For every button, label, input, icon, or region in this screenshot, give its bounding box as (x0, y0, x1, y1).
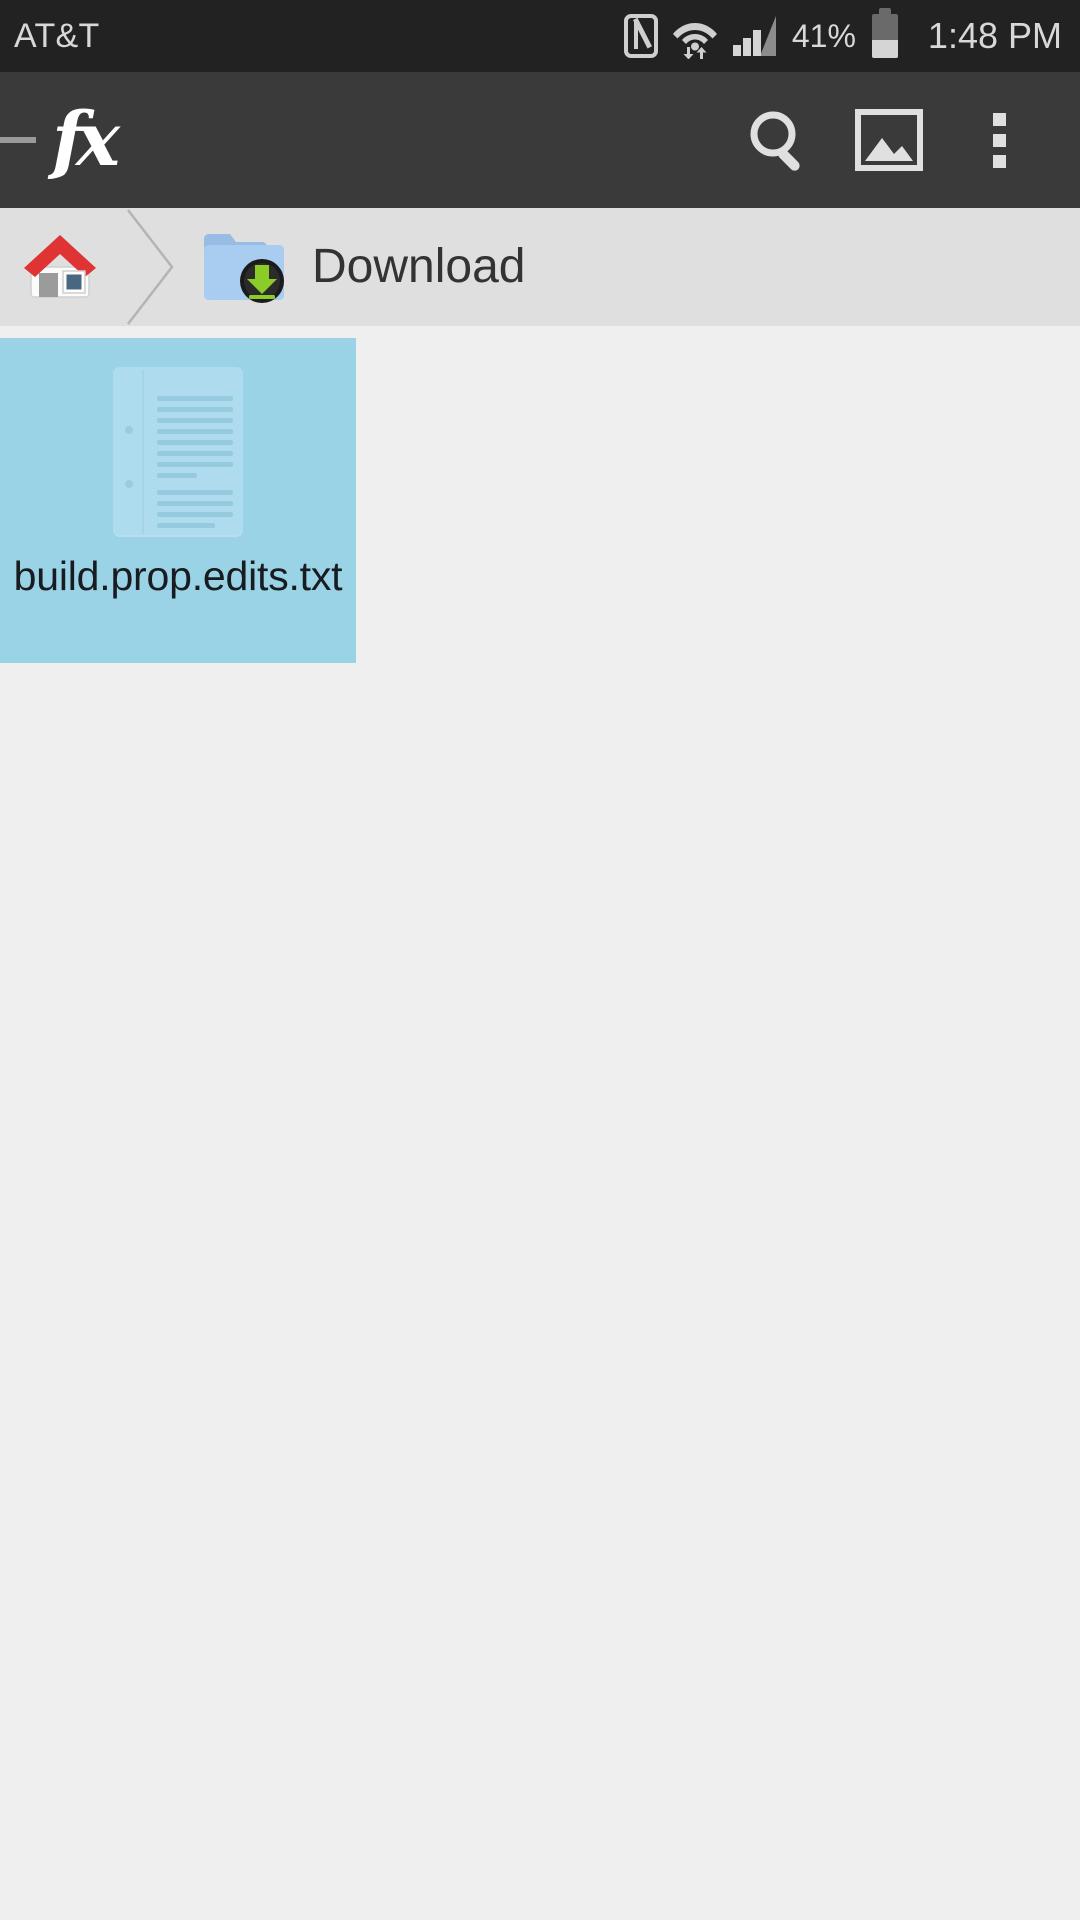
signal-icon (732, 14, 778, 58)
image-icon (854, 105, 924, 175)
android-file-manager-screen: AT&T 41% 1:48 PM fx Download build.prop.… (0, 0, 1080, 1920)
status-clock: 1:48 PM (927, 15, 1062, 56)
status-bar: AT&T 41% 1:48 PM (0, 0, 1080, 72)
overflow-menu-icon (992, 112, 1006, 168)
home-icon (22, 231, 98, 303)
nfc-icon (623, 14, 658, 58)
file-tile-build-prop-edits[interactable]: build.prop.edits.txt (0, 338, 356, 663)
battery-percent-label: 41% (791, 18, 856, 54)
gallery-button[interactable] (834, 72, 944, 208)
search-icon (746, 107, 812, 173)
app-logo[interactable]: fx (52, 103, 120, 177)
overflow-menu-button[interactable] (944, 72, 1054, 208)
file-name-label: build.prop.edits.txt (13, 553, 343, 599)
breadcrumb-item-download[interactable]: Download (178, 208, 525, 326)
toolbar-actions (724, 72, 1054, 208)
status-icon-group: 41% 1:48 PM (623, 8, 1062, 59)
breadcrumb-label-download: Download (312, 240, 526, 293)
search-button[interactable] (724, 72, 834, 208)
drawer-handle-icon[interactable] (0, 137, 36, 143)
battery-level-fill (871, 39, 898, 58)
breadcrumb: Download (0, 208, 1080, 326)
breadcrumb-separator-icon (122, 208, 178, 326)
file-icon-wrapper (103, 354, 253, 550)
carrier-label: AT&T (14, 17, 100, 55)
folder-download-icon (202, 229, 286, 305)
file-grid-area: build.prop.edits.txt (0, 326, 1080, 1920)
app-toolbar: fx (0, 72, 1080, 208)
file-grid: build.prop.edits.txt (0, 326, 1080, 663)
battery-icon (871, 8, 898, 58)
wifi-icon (672, 13, 718, 59)
text-document-icon (110, 364, 246, 540)
breadcrumb-item-home[interactable] (0, 208, 122, 326)
